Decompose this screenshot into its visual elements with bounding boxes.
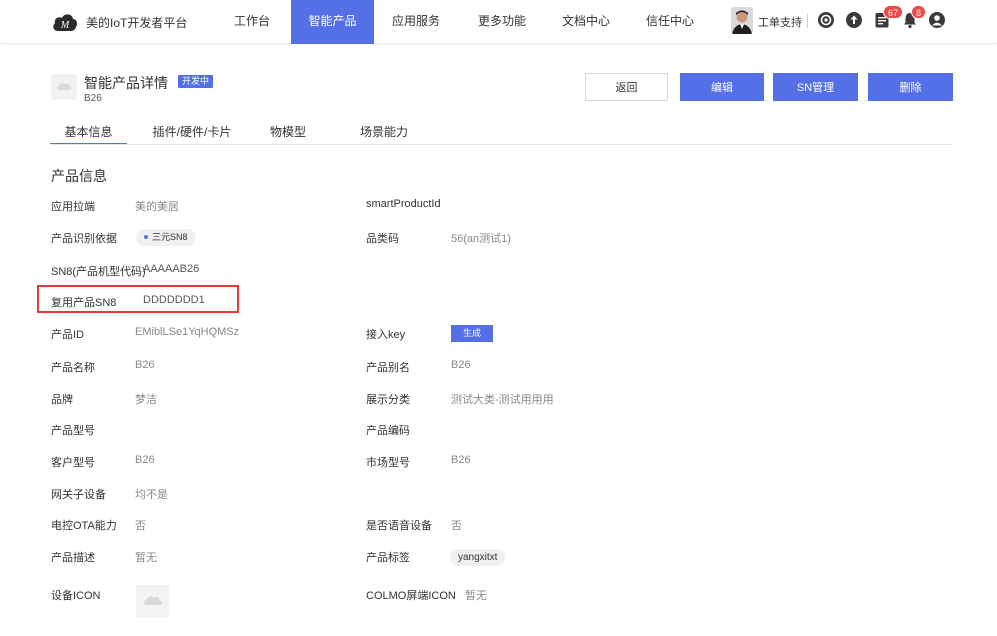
page-title: 智能产品详情: [84, 75, 168, 91]
field-label-id-basis: 产品识别依据: [51, 233, 117, 245]
nav-item-workbench[interactable]: 工作台: [226, 0, 278, 44]
tab-basic-info[interactable]: 基本信息: [50, 123, 127, 145]
status-badge: 开发中: [178, 75, 214, 88]
field-label-product-id: 产品ID: [51, 329, 84, 341]
field-label-market-model: 市场型号: [366, 457, 410, 469]
field-label-voice: 是否语音设备: [366, 520, 432, 532]
field-label-ota: 电控OTA能力: [51, 520, 117, 532]
field-value-product-name: B26: [135, 359, 155, 371]
generate-key-button[interactable]: 生成: [451, 325, 493, 342]
device-icon-thumbnail: [136, 585, 169, 618]
field-label-colmo-icon: COLMO屏端ICON: [366, 590, 456, 602]
notification-badge: 8: [911, 5, 927, 19]
top-navbar: M 美的IoT开发者平台 工作台 智能产品 应用服务 更多功能 文档中心 信任中…: [0, 0, 997, 44]
field-label-tags: 产品标签: [366, 552, 410, 564]
delete-button[interactable]: 删除: [868, 73, 953, 101]
user-avatar[interactable]: [731, 7, 753, 34]
field-label-sn8: SN8(产品机型代码): [51, 266, 146, 278]
back-button[interactable]: 返回: [585, 73, 668, 101]
task-count-badge: 67: [883, 5, 904, 19]
field-label-device-icon: 设备ICON: [51, 590, 101, 602]
field-label-access-key: 接入key: [366, 329, 406, 341]
id-basis-tag: 三元SN8: [136, 229, 196, 246]
field-value-app-pull: 美的美居: [135, 201, 179, 213]
product-subtitle: B26: [84, 93, 102, 104]
sn-manage-button[interactable]: SN管理: [773, 73, 858, 101]
field-label-category-code: 品类码: [366, 233, 399, 245]
tab-thing-model[interactable]: 物模型: [260, 123, 316, 145]
field-label-gateway-sub: 网关子设备: [51, 489, 106, 501]
field-label-product-model: 产品型号: [51, 425, 95, 437]
field-value-brand: 梦洁: [135, 394, 157, 406]
field-label-description: 产品描述: [51, 552, 95, 564]
field-label-app-pull: 应用拉端: [51, 201, 95, 213]
nav-item-app-services[interactable]: 应用服务: [386, 0, 446, 44]
field-label-product-name: 产品名称: [51, 362, 95, 374]
field-value-sn8: AAAAAB26: [143, 263, 200, 275]
id-basis-tag-label: 三元SN8: [152, 232, 188, 242]
field-label-display-category: 展示分类: [366, 394, 410, 406]
nav-item-docs-center[interactable]: 文档中心: [556, 0, 616, 44]
field-label-brand: 品牌: [51, 394, 73, 406]
field-label-product-alias: 产品别名: [366, 362, 410, 374]
field-value-product-alias: B26: [451, 359, 471, 371]
target-icon[interactable]: [817, 11, 835, 29]
field-label-smart-product-id: smartProductId: [366, 198, 441, 210]
upload-icon[interactable]: [845, 11, 863, 29]
brand-name[interactable]: 美的IoT开发者平台: [86, 14, 187, 31]
nav-item-more-features[interactable]: 更多功能: [472, 0, 532, 44]
nav-item-smart-products[interactable]: 智能产品: [291, 0, 374, 44]
svg-text:M: M: [60, 20, 70, 31]
user-name[interactable]: 工单支持: [758, 14, 802, 30]
field-value-reuse-sn8: DDDDDDD1: [143, 294, 205, 306]
cloud-placeholder-icon: [144, 596, 163, 605]
tab-plugin-hardware-card[interactable]: 插件/硬件/卡片: [146, 123, 238, 145]
field-value-voice: 否: [451, 520, 462, 532]
field-value-customer-model: B26: [135, 454, 155, 466]
midea-logo-icon[interactable]: M: [52, 11, 78, 33]
field-label-product-code: 产品编码: [366, 425, 410, 437]
field-value-description: 暂无: [135, 552, 157, 564]
nav-divider: [807, 14, 808, 28]
field-value-market-model: B26: [451, 454, 471, 466]
field-value-category-code: 56(an测试1): [451, 233, 511, 245]
product-tag: yangxitxt: [450, 549, 506, 566]
field-label-customer-model: 客户型号: [51, 457, 95, 469]
field-label-reuse-sn8: 复用产品SN8: [51, 297, 117, 309]
field-value-colmo-icon: 暂无: [465, 590, 487, 602]
nav-item-trust-center[interactable]: 信任中心: [640, 0, 700, 44]
product-thumbnail: [51, 74, 77, 100]
tab-scene-ability[interactable]: 场景能力: [352, 123, 416, 145]
field-value-product-id: EMiblLSe1YqHQMSz: [135, 326, 240, 338]
dot-icon: [144, 234, 148, 239]
section-title: 产品信息: [51, 168, 107, 184]
tabs-divider: [50, 144, 952, 145]
field-value-ota: 否: [135, 520, 146, 532]
edit-button[interactable]: 编辑: [680, 73, 764, 101]
user-icon[interactable]: [928, 11, 946, 29]
cloud-placeholder-icon: [56, 83, 72, 90]
field-value-display-category: 测试大类-测试用用用: [451, 394, 554, 406]
field-value-gateway-sub: 均不是: [135, 489, 168, 501]
